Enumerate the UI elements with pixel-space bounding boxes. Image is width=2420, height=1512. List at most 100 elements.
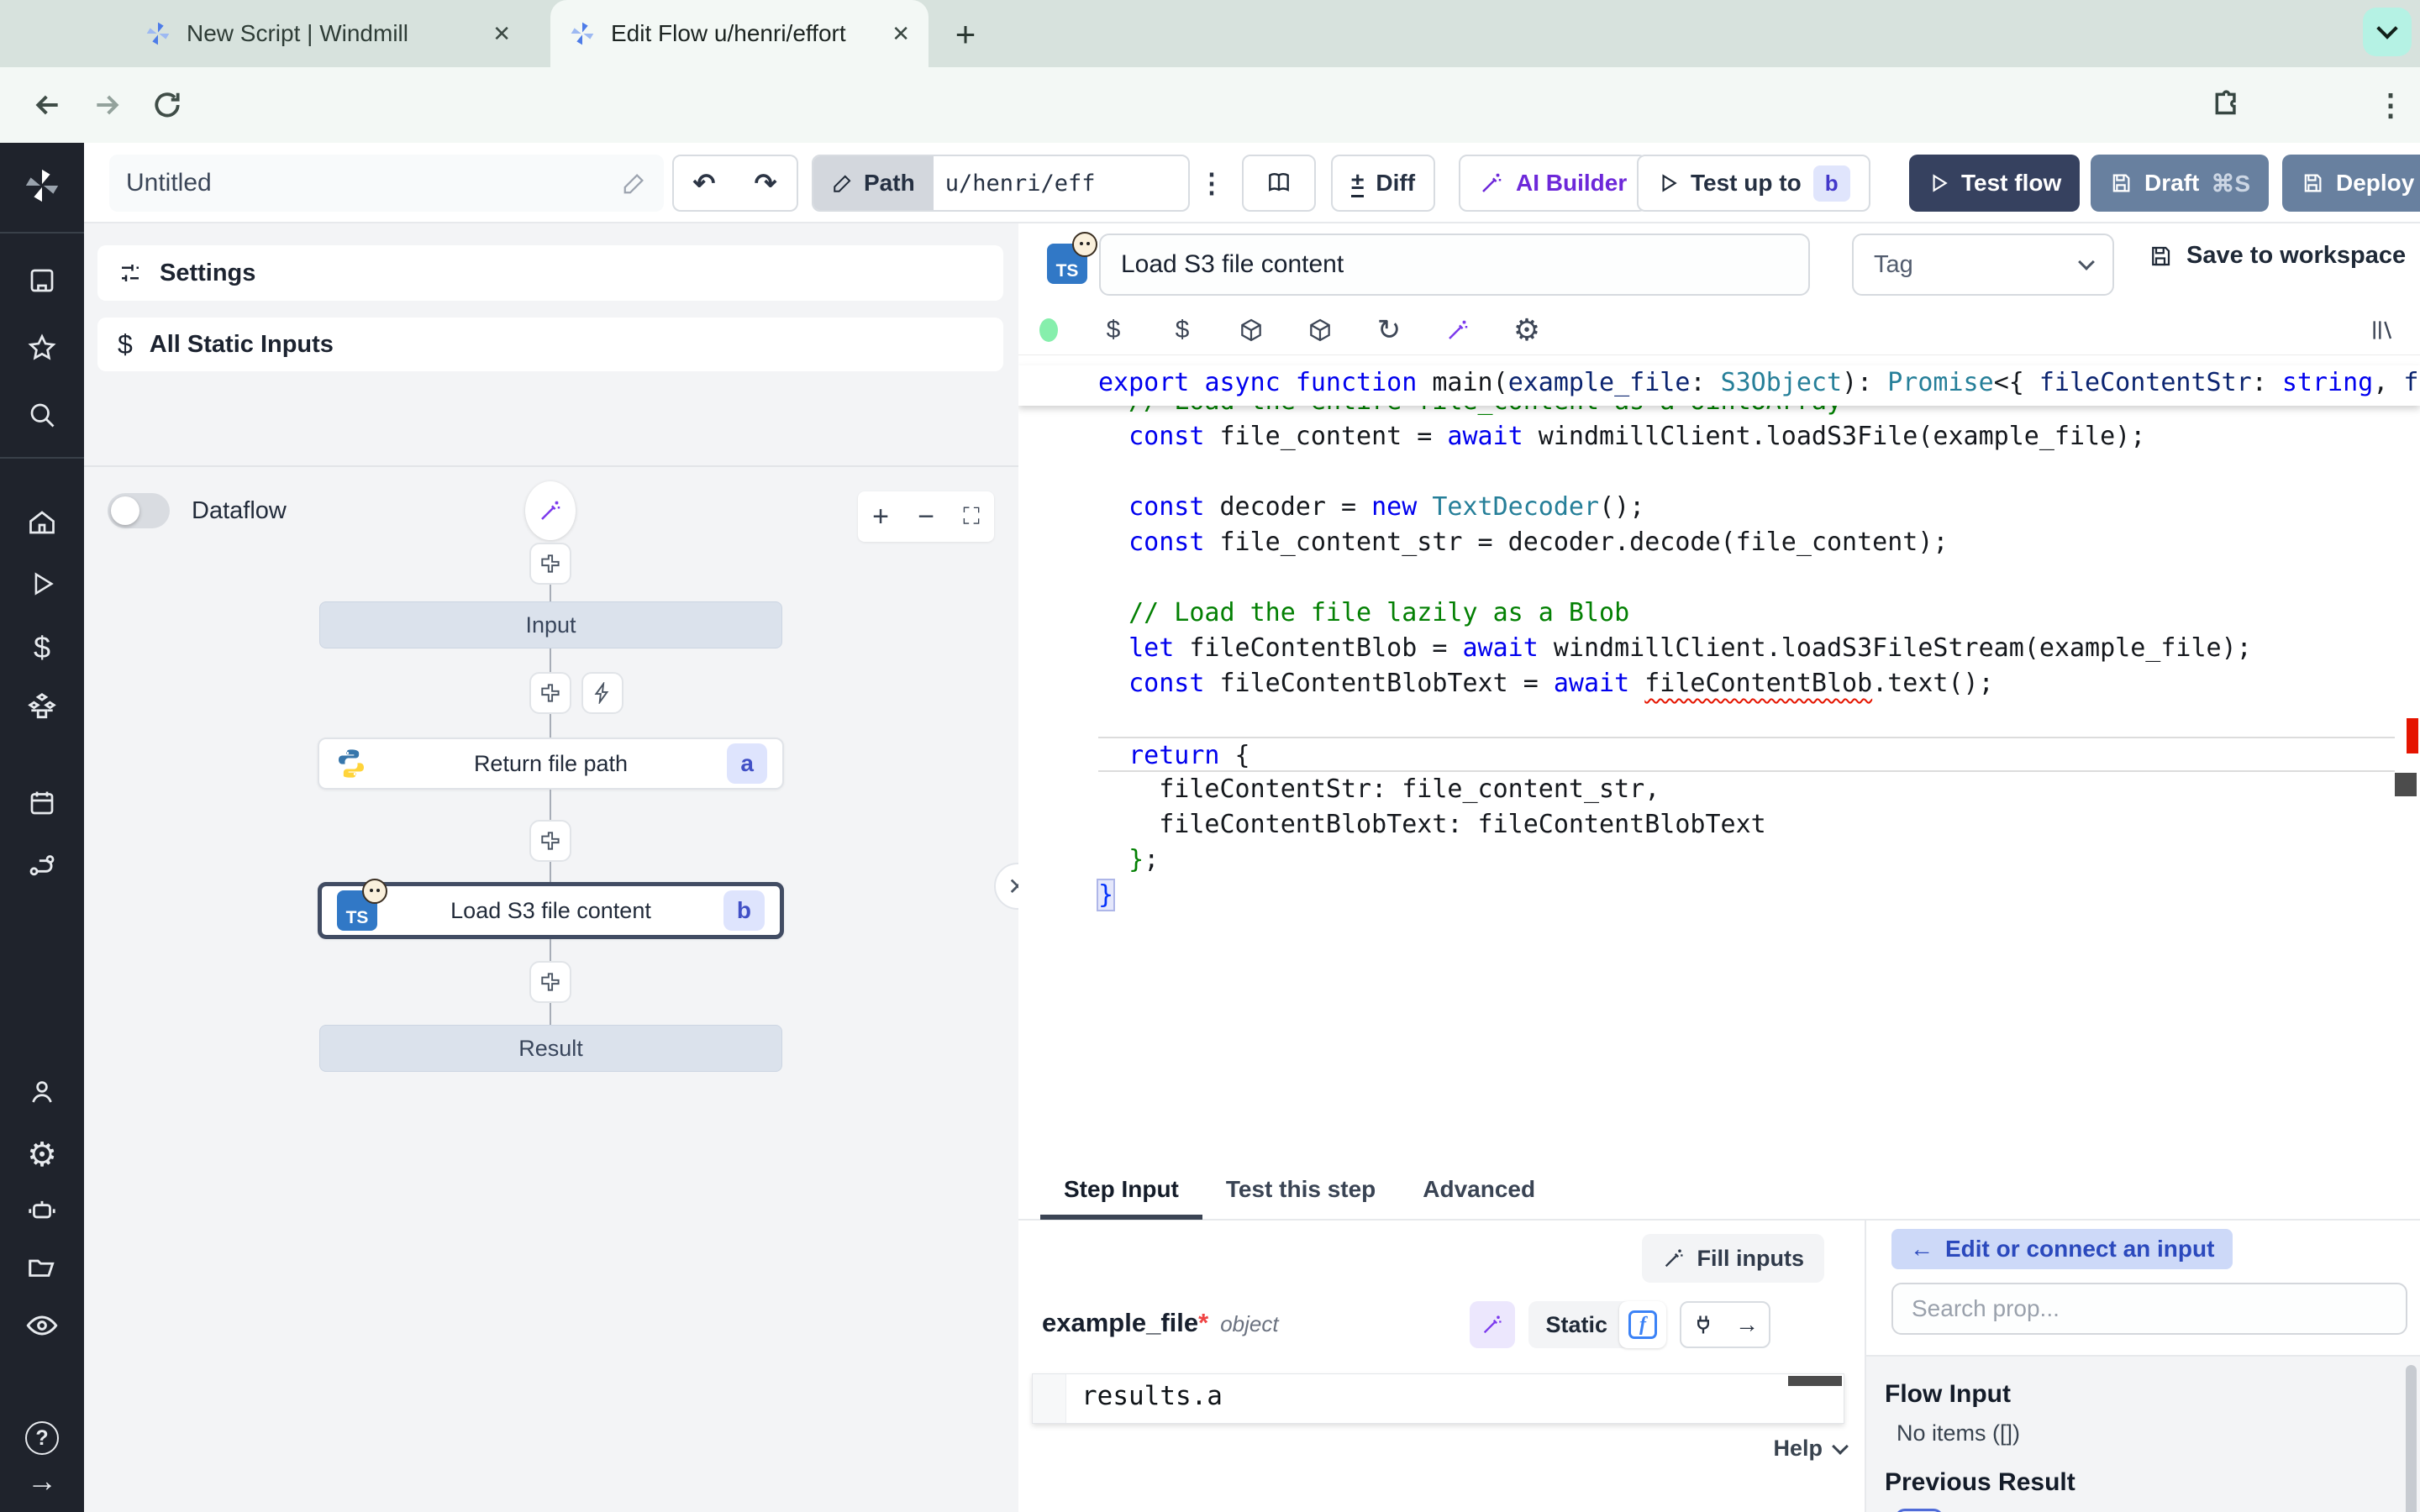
arg-ai-wand-button[interactable] xyxy=(1470,1301,1515,1348)
draft-button[interactable]: Draft ⌘S xyxy=(2091,155,2269,212)
save-to-workspace-button[interactable]: Save to workspace xyxy=(2148,242,2406,270)
undo-button[interactable]: ↶ xyxy=(672,155,736,212)
package-icon[interactable] xyxy=(1286,317,1355,344)
code-lines: // Load the entire file_content as a Uin… xyxy=(1098,384,2395,913)
path-button[interactable]: Path xyxy=(813,156,934,210)
user-icon[interactable] xyxy=(0,1077,84,1107)
code-line: return { xyxy=(1098,737,2395,772)
flow-input-title: Flow Input xyxy=(1885,1380,2420,1409)
tab-close-icon[interactable]: ✕ xyxy=(892,21,910,47)
zoom-out-button[interactable]: − xyxy=(918,501,934,533)
test-flow-button[interactable]: Test flow xyxy=(1909,155,2080,212)
edit-or-connect-button[interactable]: ← Edit or connect an input xyxy=(1891,1229,2233,1269)
flow-input-node[interactable]: Input xyxy=(319,601,782,648)
connect-input-pane: ← Edit or connect an input Flow Input No… xyxy=(1865,1221,2420,1512)
code-editor[interactable]: export async function main(example_file:… xyxy=(1018,354,2420,1160)
add-trigger-bolt-button[interactable] xyxy=(581,672,623,714)
left-nav-rail: $ ⚙ xyxy=(0,143,84,1512)
browser-menu-icon[interactable]: ⋮ xyxy=(2368,82,2413,128)
search-icon[interactable] xyxy=(0,400,84,430)
step-a-node[interactable]: Return file path a xyxy=(318,738,784,790)
all-static-inputs-row[interactable]: $ All Static Inputs xyxy=(97,318,1003,371)
edit-pencil-icon[interactable] xyxy=(622,171,647,196)
result-a-badge[interactable]: a xyxy=(1895,1509,1944,1512)
editor-settings-gear-icon[interactable]: ⚙ xyxy=(1492,312,1561,348)
javascript-expr-button[interactable]: f xyxy=(1619,1301,1666,1348)
settings-gear-icon[interactable]: ⚙ xyxy=(0,1136,84,1174)
add-step-button[interactable] xyxy=(529,543,571,585)
expr-scrollbar-thumb[interactable] xyxy=(1788,1376,1842,1386)
dataflow-toggle[interactable] xyxy=(108,493,170,528)
redo-button[interactable]: ↷ xyxy=(734,155,798,212)
code-line: let fileContentBlob = await windmillClie… xyxy=(1098,631,2395,666)
help-icon[interactable]: ? xyxy=(0,1421,84,1455)
resources-icon[interactable] xyxy=(0,690,84,722)
code-line: const decoder = new TextDecoder(); xyxy=(1098,490,2395,525)
static-label: Static xyxy=(1545,1312,1607,1338)
editor-toolbar: $ $ ↻ ⚙ xyxy=(1018,306,2420,354)
plug-icon[interactable] xyxy=(1681,1313,1725,1336)
tab-step-input[interactable]: Step Input xyxy=(1040,1159,1202,1220)
tab-close-icon[interactable]: ✕ xyxy=(492,21,511,47)
add-step-button[interactable] xyxy=(529,820,571,862)
tab-search-button[interactable] xyxy=(2363,8,2412,56)
folders-icon[interactable] xyxy=(0,1252,84,1284)
flow-result-node[interactable]: Result xyxy=(319,1025,782,1072)
browser-tab-active[interactable]: Edit Flow u/henri/effortless_fl ✕ xyxy=(550,0,929,67)
package-icon[interactable] xyxy=(1217,317,1286,344)
script-assets-icon[interactable] xyxy=(2344,317,2420,344)
back-button[interactable] xyxy=(25,82,71,128)
ai-flow-wand-button[interactable] xyxy=(525,481,576,540)
audit-eye-icon[interactable] xyxy=(0,1309,84,1342)
forward-button[interactable] xyxy=(84,82,129,128)
variables-icon[interactable]: $ xyxy=(0,630,84,665)
diff-button[interactable]: ± Diff xyxy=(1331,155,1435,212)
expr-value[interactable]: results.a xyxy=(1066,1374,1223,1423)
add-step-button[interactable] xyxy=(529,672,571,714)
tag-select[interactable]: Tag xyxy=(1852,234,2114,296)
reload-icon[interactable]: ↻ xyxy=(1355,313,1423,347)
previous-result-item[interactable]: a : {"s3":"data.csv"} xyxy=(1895,1509,2420,1512)
more-options-kebab[interactable]: ⋮ xyxy=(1195,155,1228,212)
collapse-arrow-icon[interactable]: → xyxy=(0,1463,84,1499)
flows-route-icon[interactable] xyxy=(0,850,84,882)
code-line: // Load the file lazily as a Blob xyxy=(1098,596,2395,631)
arg-expression-editor[interactable]: results.a xyxy=(1032,1373,1844,1424)
tab-advanced[interactable]: Advanced xyxy=(1399,1159,1559,1220)
flow-title-box[interactable]: Untitled xyxy=(109,155,664,212)
test-up-to-button[interactable]: Test up to b xyxy=(1637,155,1870,212)
schedules-icon[interactable] xyxy=(0,788,84,818)
extensions-icon[interactable] xyxy=(2205,82,2250,128)
deploy-button[interactable]: Deploy xyxy=(2282,155,2420,212)
help-dropdown[interactable]: Help xyxy=(1773,1436,1846,1462)
step-b-node-selected[interactable]: TS Load S3 file content b ✕ xyxy=(318,882,784,939)
settings-row[interactable]: Settings xyxy=(97,245,1003,301)
flow-title: Untitled xyxy=(126,169,212,197)
variables-icon[interactable]: $ xyxy=(1148,316,1217,344)
browser-tab-inactive[interactable]: New Script | Windmill ✕ xyxy=(126,0,529,67)
docs-book-button[interactable] xyxy=(1242,155,1316,212)
workspace-icon[interactable] xyxy=(0,265,84,296)
search-prop-input[interactable] xyxy=(1891,1283,2407,1335)
fill-inputs-button[interactable]: Fill inputs xyxy=(1642,1234,1825,1283)
static-toggle-group[interactable]: Static f xyxy=(1528,1301,1666,1348)
add-step-button[interactable] xyxy=(529,961,571,1003)
ai-wand-icon[interactable] xyxy=(1423,318,1492,343)
step-name-input[interactable] xyxy=(1099,234,1810,296)
static-inputs-icon[interactable]: $ xyxy=(1079,316,1148,344)
ai-builder-button[interactable]: AI Builder xyxy=(1459,155,1647,212)
new-tab-button[interactable]: + xyxy=(944,13,986,55)
tab-test-this-step[interactable]: Test this step xyxy=(1202,1159,1399,1220)
editor-scrollbar-thumb[interactable] xyxy=(2395,773,2417,796)
reload-button[interactable] xyxy=(145,82,190,128)
workers-robot-icon[interactable] xyxy=(0,1194,84,1226)
path-group[interactable]: Path u/henri/eff xyxy=(812,155,1190,212)
connect-scrollbar-thumb[interactable] xyxy=(2406,1365,2417,1512)
zoom-in-button[interactable]: + xyxy=(872,501,889,533)
windmill-logo[interactable] xyxy=(0,166,84,205)
home-icon[interactable] xyxy=(0,507,84,538)
arrow-right-icon[interactable]: → xyxy=(1725,1311,1769,1338)
favorites-star-icon[interactable] xyxy=(0,333,84,363)
runs-icon[interactable] xyxy=(0,570,84,598)
fullscreen-button[interactable]: ⛶ xyxy=(963,503,980,531)
